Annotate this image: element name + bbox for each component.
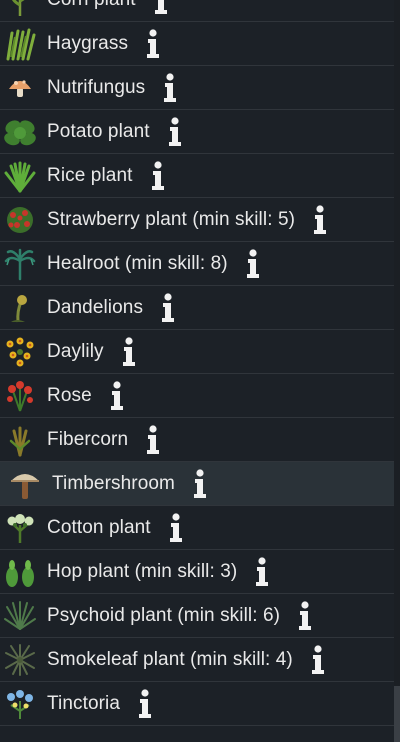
- info-icon[interactable]: [165, 512, 187, 543]
- plant-row-tinctoria[interactable]: Tinctoria: [0, 682, 394, 726]
- plant-row-rice-plant[interactable]: Rice plant: [0, 154, 394, 198]
- plant-label: Corn plant: [47, 0, 136, 11]
- haygrass-icon: [1, 25, 39, 63]
- info-icon[interactable]: [142, 28, 164, 59]
- info-icon[interactable]: [294, 600, 316, 631]
- plant-list-track: Corn plant Haygrass Nutrifungus Potato p…: [0, 0, 394, 726]
- info-icon[interactable]: [309, 204, 331, 235]
- plant-row-fibercorn[interactable]: Fibercorn: [0, 418, 394, 462]
- info-icon[interactable]: [307, 644, 329, 675]
- potato-plant-icon: [1, 113, 39, 151]
- strawberry-plant-icon: [1, 201, 39, 239]
- plant-label: Strawberry plant (min skill: 5): [47, 208, 296, 230]
- info-icon[interactable]: [106, 380, 128, 411]
- fibercorn-icon: [1, 421, 39, 459]
- psychoid-plant-icon: [1, 597, 39, 635]
- rice-plant-icon: [1, 157, 39, 195]
- plant-label: Potato plant: [47, 120, 150, 142]
- plant-label: Nutrifungus: [47, 76, 146, 98]
- info-icon[interactable]: [159, 72, 181, 103]
- info-icon[interactable]: [134, 688, 156, 719]
- rose-icon: [1, 377, 39, 415]
- plant-row-healroot[interactable]: Healroot (min skill: 8): [0, 242, 394, 286]
- corn-plant-icon: [1, 0, 39, 19]
- plant-row-smokeleaf-plant[interactable]: Smokeleaf plant (min skill: 4): [0, 638, 394, 682]
- info-icon[interactable]: [118, 336, 140, 367]
- plant-label: Healroot (min skill: 8): [47, 252, 228, 274]
- timbershroom-icon: [6, 465, 44, 503]
- plant-label: Cotton plant: [47, 516, 151, 538]
- info-icon[interactable]: [142, 424, 164, 455]
- info-icon[interactable]: [157, 292, 179, 323]
- plant-label: Timbershroom: [52, 472, 175, 494]
- plant-row-dandelions[interactable]: Dandelions: [0, 286, 394, 330]
- plant-label: Fibercorn: [47, 428, 129, 450]
- plant-row-daylily[interactable]: Daylily: [0, 330, 394, 374]
- hop-plant-icon: [1, 553, 39, 591]
- info-icon[interactable]: [242, 248, 264, 279]
- nutrifungus-icon: [1, 69, 39, 107]
- daylily-icon: [1, 333, 39, 371]
- plant-row-haygrass[interactable]: Haygrass: [0, 22, 394, 66]
- tinctoria-icon: [1, 685, 39, 723]
- plant-label: Smokeleaf plant (min skill: 4): [47, 648, 293, 670]
- plant-label: Rose: [47, 384, 92, 406]
- plant-label: Daylily: [47, 340, 104, 362]
- plant-row-nutrifungus[interactable]: Nutrifungus: [0, 66, 394, 110]
- plant-row-timbershroom[interactable]: Timbershroom: [0, 462, 394, 506]
- info-icon[interactable]: [164, 116, 186, 147]
- plant-row-rose[interactable]: Rose: [0, 374, 394, 418]
- scrollbar[interactable]: [394, 0, 400, 742]
- plant-row-corn-plant[interactable]: Corn plant: [0, 0, 394, 22]
- smokeleaf-plant-icon: [1, 641, 39, 679]
- plant-row-potato-plant[interactable]: Potato plant: [0, 110, 394, 154]
- plant-label: Psychoid plant (min skill: 6): [47, 604, 281, 626]
- scrollbar-thumb[interactable]: [394, 686, 400, 742]
- plant-label: Haygrass: [47, 32, 129, 54]
- plant-list: Corn plant Haygrass Nutrifungus Potato p…: [0, 0, 395, 742]
- cotton-plant-icon: [1, 509, 39, 547]
- healroot-icon: [1, 245, 39, 283]
- plant-row-cotton-plant[interactable]: Cotton plant: [0, 506, 394, 550]
- info-icon[interactable]: [147, 160, 169, 191]
- plant-label: Rice plant: [47, 164, 133, 186]
- info-icon[interactable]: [150, 0, 172, 15]
- plant-label: Tinctoria: [47, 692, 121, 714]
- plant-row-hop-plant[interactable]: Hop plant (min skill: 3): [0, 550, 394, 594]
- dandelions-icon: [1, 289, 39, 327]
- plant-label: Dandelions: [47, 296, 144, 318]
- plant-label: Hop plant (min skill: 3): [47, 560, 238, 582]
- plant-row-strawberry-plant[interactable]: Strawberry plant (min skill: 5): [0, 198, 394, 242]
- info-icon[interactable]: [251, 556, 273, 587]
- plant-row-psychoid-plant[interactable]: Psychoid plant (min skill: 6): [0, 594, 394, 638]
- info-icon[interactable]: [189, 468, 211, 499]
